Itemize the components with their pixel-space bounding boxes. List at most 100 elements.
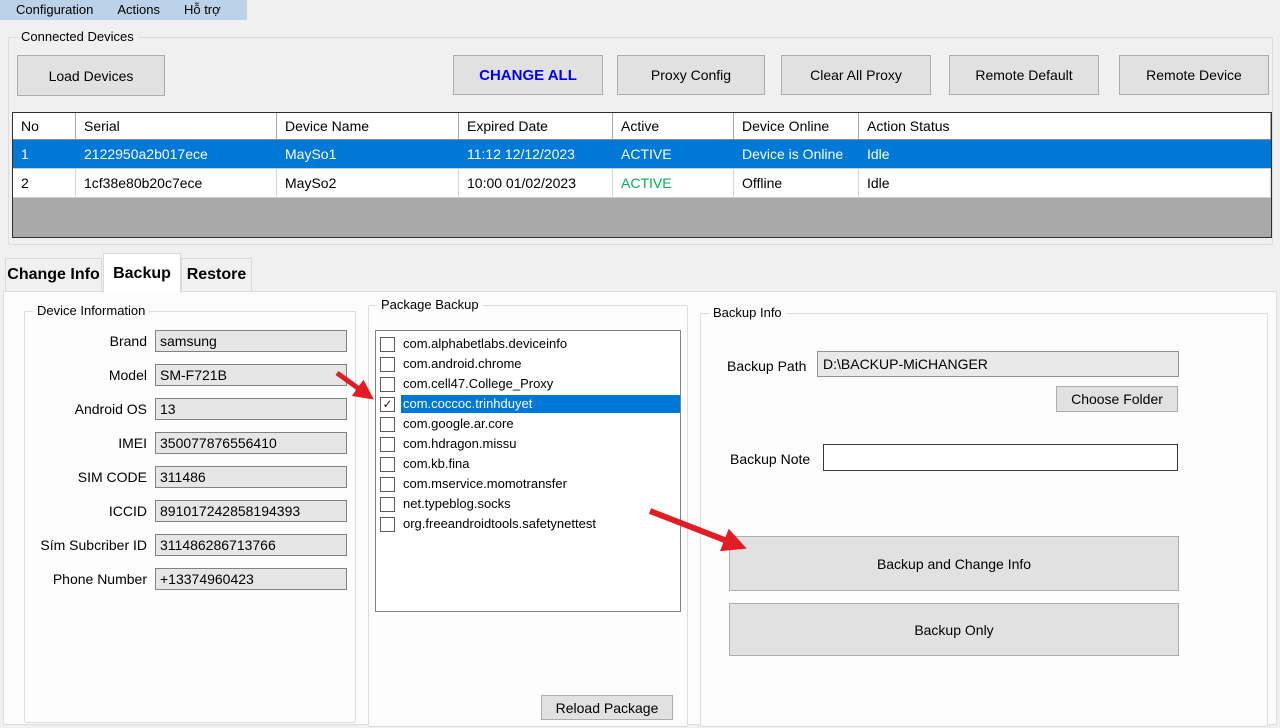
menu-item-2[interactable]: Hỗ trợ bbox=[172, 0, 233, 20]
table-row[interactable]: 12122950a2b017eceMaySo111:12 12/12/2023A… bbox=[13, 140, 1271, 169]
table-cell-active: ACTIVE bbox=[613, 169, 734, 197]
package-list[interactable]: com.alphabetlabs.deviceinfo com.android.c… bbox=[375, 330, 681, 612]
load-devices-button[interactable]: Load Devices bbox=[17, 55, 165, 96]
package-item[interactable]: com.kb.fina bbox=[376, 454, 680, 474]
device-field-label: Model bbox=[25, 367, 155, 383]
column-header: No bbox=[13, 113, 76, 139]
package-checkbox[interactable] bbox=[380, 377, 395, 392]
backup-info-group: Backup Info Backup Path Choose Folder Ba… bbox=[700, 313, 1268, 727]
column-header: Expired Date bbox=[459, 113, 613, 139]
proxy-config-button[interactable]: Proxy Config bbox=[617, 55, 765, 95]
backup-path-label: Backup Path bbox=[727, 358, 806, 374]
connected-devices-title: Connected Devices bbox=[17, 29, 138, 45]
menu-item-1[interactable]: Actions bbox=[105, 0, 172, 20]
package-name: com.android.chrome bbox=[401, 355, 680, 373]
change-all-button[interactable]: CHANGE ALL bbox=[453, 55, 603, 95]
reload-package-button[interactable]: Reload Package bbox=[541, 695, 673, 720]
column-header: Active bbox=[613, 113, 734, 139]
package-name: net.typeblog.socks bbox=[401, 495, 680, 513]
package-checkbox[interactable] bbox=[380, 477, 395, 492]
table-cell-active: ACTIVE bbox=[613, 140, 734, 168]
package-item[interactable]: com.alphabetlabs.deviceinfo bbox=[376, 334, 680, 354]
package-name: com.kb.fina bbox=[401, 455, 680, 473]
package-checkbox[interactable] bbox=[380, 497, 395, 512]
device-field-row: Phone Number bbox=[25, 568, 347, 590]
table-cell-device_name: MaySo2 bbox=[277, 169, 459, 197]
backup-path-field[interactable] bbox=[817, 351, 1179, 377]
device-field-value[interactable] bbox=[155, 534, 347, 556]
package-checkbox[interactable] bbox=[380, 457, 395, 472]
device-field-value[interactable] bbox=[155, 466, 347, 488]
device-field-row: Brand bbox=[25, 330, 347, 352]
package-name: org.freeandroidtools.safetynettest bbox=[401, 515, 680, 533]
package-checkbox[interactable] bbox=[380, 357, 395, 372]
choose-folder-button[interactable]: Choose Folder bbox=[1056, 386, 1178, 412]
device-field-row: IMEI bbox=[25, 432, 347, 454]
package-name: com.cell47.College_Proxy bbox=[401, 375, 680, 393]
column-header: Action Status bbox=[859, 113, 1271, 139]
remote-device-button[interactable]: Remote Device bbox=[1119, 55, 1269, 95]
remote-default-button[interactable]: Remote Default bbox=[949, 55, 1099, 95]
backup-info-title: Backup Info bbox=[709, 305, 786, 321]
devices-table: NoSerialDevice NameExpired DateActiveDev… bbox=[12, 112, 1272, 238]
device-field-value[interactable] bbox=[155, 500, 347, 522]
package-item[interactable]: com.cell47.College_Proxy bbox=[376, 374, 680, 394]
device-field-value[interactable] bbox=[155, 398, 347, 420]
device-information-group: Device Information BrandModelAndroid OSI… bbox=[24, 311, 356, 723]
device-field-value[interactable] bbox=[155, 364, 347, 386]
menu-strip: ConfigurationActionsHỗ trợ bbox=[0, 0, 247, 20]
device-field-label: ICCID bbox=[25, 503, 155, 519]
package-item[interactable]: com.hdragon.missu bbox=[376, 434, 680, 454]
backup-note-label: Backup Note bbox=[730, 451, 810, 467]
table-cell-expired_date: 10:00 01/02/2023 bbox=[459, 169, 613, 197]
package-checkbox[interactable]: ✓ bbox=[380, 397, 395, 412]
device-field-value[interactable] bbox=[155, 330, 347, 352]
backup-note-field[interactable] bbox=[823, 444, 1178, 471]
package-checkbox[interactable] bbox=[380, 417, 395, 432]
package-item[interactable]: net.typeblog.socks bbox=[376, 494, 680, 514]
column-header: Serial bbox=[76, 113, 277, 139]
table-row[interactable]: 21cf38e80b20c7eceMaySo210:00 01/02/2023A… bbox=[13, 169, 1271, 198]
table-cell-no: 1 bbox=[13, 140, 76, 168]
table-cell-no: 2 bbox=[13, 169, 76, 197]
package-checkbox[interactable] bbox=[380, 517, 395, 532]
package-name: com.mservice.momotransfer bbox=[401, 475, 680, 493]
package-checkbox[interactable] bbox=[380, 337, 395, 352]
tab-change-info[interactable]: Change Info bbox=[5, 258, 102, 291]
table-cell-serial: 2122950a2b017ece bbox=[76, 140, 277, 168]
device-field-label: SIM CODE bbox=[25, 469, 155, 485]
package-checkbox[interactable] bbox=[380, 437, 395, 452]
package-item[interactable]: org.freeandroidtools.safetynettest bbox=[376, 514, 680, 534]
package-item[interactable]: com.google.ar.core bbox=[376, 414, 680, 434]
device-field-value[interactable] bbox=[155, 432, 347, 454]
tab-restore[interactable]: Restore bbox=[181, 258, 252, 291]
package-name: com.alphabetlabs.deviceinfo bbox=[401, 335, 680, 353]
table-cell-device_online: Offline bbox=[734, 169, 859, 197]
device-field-row: Android OS bbox=[25, 398, 347, 420]
tab-backup[interactable]: Backup bbox=[103, 253, 181, 293]
column-header: Device Online bbox=[734, 113, 859, 139]
clear-all-proxy-button[interactable]: Clear All Proxy bbox=[781, 55, 931, 95]
device-field-row: ICCID bbox=[25, 500, 347, 522]
table-cell-expired_date: 11:12 12/12/2023 bbox=[459, 140, 613, 168]
device-information-title: Device Information bbox=[33, 303, 149, 319]
device-field-row: SIM CODE bbox=[25, 466, 347, 488]
backup-only-button[interactable]: Backup Only bbox=[729, 603, 1179, 656]
table-cell-device_name: MaySo1 bbox=[277, 140, 459, 168]
package-backup-group: Package Backup com.alphabetlabs.devicein… bbox=[368, 305, 688, 727]
package-item[interactable]: com.android.chrome bbox=[376, 354, 680, 374]
column-header: Device Name bbox=[277, 113, 459, 139]
device-field-label: Brand bbox=[25, 333, 155, 349]
package-item[interactable]: com.mservice.momotransfer bbox=[376, 474, 680, 494]
device-field-row: Model bbox=[25, 364, 347, 386]
device-field-value[interactable] bbox=[155, 568, 347, 590]
backup-and-change-info-button[interactable]: Backup and Change Info bbox=[729, 536, 1179, 591]
package-item[interactable]: ✓com.coccoc.trinhduyet bbox=[376, 394, 680, 414]
device-field-label: Android OS bbox=[25, 401, 155, 417]
menu-item-0[interactable]: Configuration bbox=[4, 0, 105, 20]
table-cell-action_status: Idle bbox=[859, 169, 1271, 197]
table-cell-device_online: Device is Online bbox=[734, 140, 859, 168]
device-field-label: IMEI bbox=[25, 435, 155, 451]
table-cell-action_status: Idle bbox=[859, 140, 1271, 168]
devices-table-header: NoSerialDevice NameExpired DateActiveDev… bbox=[13, 113, 1271, 140]
